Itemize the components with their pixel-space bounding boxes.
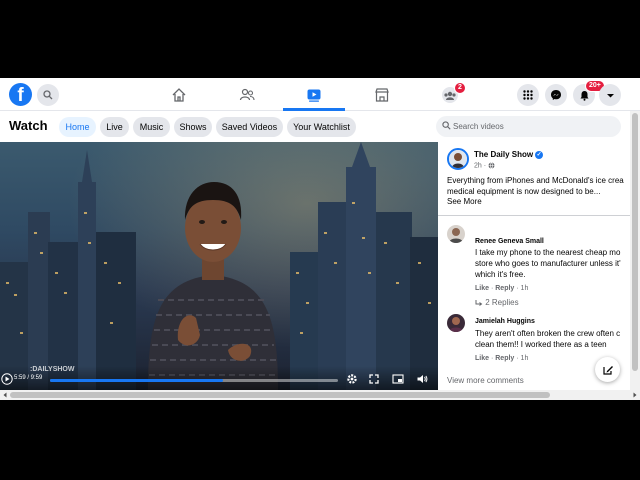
globe-icon	[488, 162, 495, 169]
search-button[interactable]	[37, 84, 59, 106]
vertical-scroll-thumb[interactable]	[632, 113, 638, 371]
replies-count[interactable]: 2 Replies	[485, 298, 518, 307]
scroll-right-arrow-icon[interactable]	[631, 390, 639, 400]
video-time: 5:59 / 9:59	[14, 375, 43, 381]
facebook-logo[interactable]: f	[9, 83, 32, 106]
verified-badge-icon: ✓	[535, 150, 544, 159]
search-videos-input[interactable]	[453, 118, 613, 135]
post-time-text: 2h ·	[474, 162, 487, 170]
search-icon	[43, 90, 53, 100]
horizontal-scroll-thumb[interactable]	[10, 392, 550, 398]
search-icon	[442, 121, 451, 130]
video-controls: :DAILYSHOW 5:59 / 9:59	[0, 366, 438, 390]
account-button[interactable]	[599, 84, 621, 106]
tab-saved-videos[interactable]: Saved Videos	[216, 117, 283, 137]
tab-your-watchlist[interactable]: Your Watchlist	[287, 117, 356, 137]
reply-link[interactable]: Reply	[495, 355, 514, 362]
nav-home[interactable]	[169, 85, 189, 105]
horizontal-scrollbar[interactable]	[0, 390, 640, 400]
comment-time: 1h	[520, 285, 529, 292]
comment-time: 1h	[520, 355, 529, 362]
page-name-text[interactable]: The Daily Show	[474, 150, 533, 159]
tab-home[interactable]: Home	[59, 117, 96, 137]
scroll-left-arrow-icon[interactable]	[1, 390, 9, 400]
commenter-avatar-image	[447, 314, 465, 332]
like-link[interactable]: Like	[475, 285, 489, 292]
post-timestamp: 2h ·	[474, 162, 495, 169]
page-title: Watch	[9, 118, 48, 133]
home-icon	[172, 88, 186, 102]
video-search-box	[436, 116, 621, 137]
compose-icon	[602, 365, 613, 375]
watch-icon	[307, 89, 321, 102]
comment-line-3: which it's free.	[475, 270, 526, 279]
like-link[interactable]: Like	[475, 355, 489, 362]
commenter-avatar[interactable]	[447, 314, 465, 332]
nav-friends[interactable]	[237, 85, 257, 105]
friends-icon	[239, 88, 255, 101]
messenger-button[interactable]	[545, 84, 567, 106]
top-navigation-bar: f 2 20+	[0, 78, 640, 111]
page-name[interactable]: The Daily Show ✓	[474, 150, 544, 159]
post-divider	[438, 215, 630, 216]
volume-icon[interactable]	[416, 373, 428, 385]
see-more-link[interactable]: See More	[447, 197, 482, 206]
menu-button[interactable]	[517, 84, 539, 106]
nav-marketplace[interactable]	[372, 85, 392, 105]
comment-author[interactable]: Renee Geneva Small	[475, 238, 544, 245]
page-avatar-image	[449, 150, 467, 168]
play-icon[interactable]	[1, 373, 13, 385]
reply-arrow-icon	[475, 299, 483, 306]
comment-line-1: I take my phone to the nearest cheap mo	[475, 248, 621, 257]
post-text-line-2: medical equipment is now designed to be.…	[447, 187, 601, 196]
tab-live[interactable]: Live	[100, 117, 129, 137]
video-progress-fill	[50, 379, 223, 382]
page-avatar[interactable]	[447, 148, 469, 170]
vertical-scrollbar[interactable]	[630, 111, 640, 390]
tab-shows[interactable]: Shows	[174, 117, 212, 137]
show-host-figure	[148, 182, 278, 390]
settings-gear-icon[interactable]	[346, 373, 358, 385]
marketplace-icon	[375, 88, 389, 102]
comment-text: They aren't often broken the crew often …	[475, 328, 620, 350]
menu-grid-icon	[523, 90, 533, 100]
comment-text: I take my phone to the nearest cheap mo …	[475, 247, 621, 280]
video-progress-bar[interactable]	[50, 379, 338, 382]
comment-actions: Like · Reply · 1h	[475, 355, 529, 362]
show-watermark: :DAILYSHOW	[30, 366, 75, 373]
comment-actions: Like · Reply · 1h	[475, 285, 529, 292]
messenger-icon	[551, 90, 561, 100]
groups-notification-badge: 2	[454, 82, 466, 94]
picture-in-picture-icon[interactable]	[392, 373, 404, 385]
view-more-comments-link[interactable]: View more comments	[447, 376, 524, 385]
comment-line-2: store who goes to manufacturer unless it…	[475, 259, 621, 268]
watch-header: Watch Home Live Music Shows Saved Videos…	[0, 111, 630, 142]
post-text-line-1: Everything from iPhones and McDonald's i…	[447, 176, 624, 185]
comment-author[interactable]: Jamielah Huggins	[475, 318, 535, 325]
commenter-avatar[interactable]	[447, 225, 465, 243]
new-message-button[interactable]	[595, 357, 620, 382]
comment-line-1: They aren't often broken the crew often …	[475, 329, 621, 338]
fullscreen-icon[interactable]	[368, 373, 380, 385]
video-player[interactable]: :DAILYSHOW 5:59 / 9:59	[0, 142, 438, 390]
comment-line-2: clean them!! I worked there as a teen	[475, 340, 607, 349]
account-caret-icon	[606, 93, 614, 97]
facebook-watch-window: f 2 20+ Watch Home Live Music Shows Save…	[0, 78, 640, 400]
post-text: Everything from iPhones and McDonald's i…	[447, 175, 630, 197]
nav-watch[interactable]	[304, 85, 324, 105]
reply-link[interactable]: Reply	[495, 285, 514, 292]
view-replies-link[interactable]: 2 Replies	[475, 298, 519, 307]
tab-music[interactable]: Music	[133, 117, 170, 137]
video-details-panel: The Daily Show ✓ 2h · Everything from iPh…	[438, 142, 630, 390]
commenter-avatar-image	[447, 225, 465, 243]
